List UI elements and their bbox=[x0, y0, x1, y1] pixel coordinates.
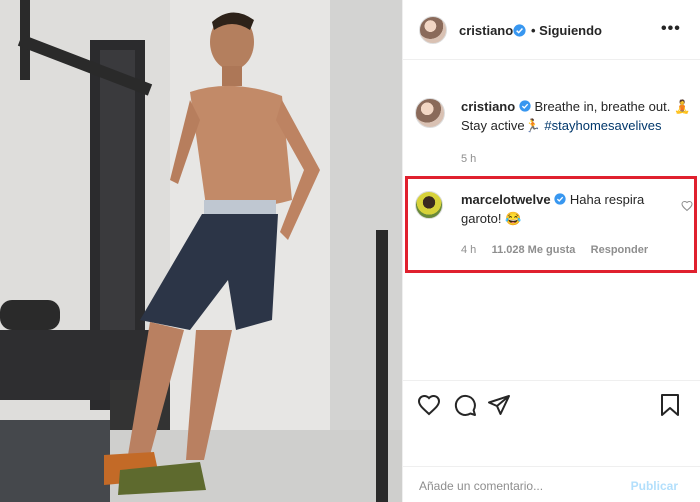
post-photo bbox=[0, 0, 402, 502]
bookmark-icon[interactable] bbox=[659, 393, 681, 417]
caption-text-1: Breathe in, breathe out. bbox=[534, 99, 671, 114]
share-icon[interactable] bbox=[487, 393, 511, 417]
follow-status-button[interactable]: • Siguiendo bbox=[531, 23, 602, 38]
post-photo-illustration bbox=[0, 0, 402, 502]
post-time: 5 h bbox=[461, 153, 477, 165]
comment-input[interactable]: Añade un comentario... bbox=[419, 479, 543, 493]
caption-hashtag[interactable]: #stayhomesavelives bbox=[544, 118, 661, 133]
author-username[interactable]: cristiano bbox=[459, 23, 513, 38]
caption-avatar[interactable] bbox=[415, 98, 445, 128]
highlight-box bbox=[405, 176, 697, 273]
more-icon[interactable]: ••• bbox=[661, 20, 681, 38]
heart-icon[interactable] bbox=[417, 393, 441, 417]
caption-text-2: Stay active bbox=[461, 118, 525, 133]
comment-icon[interactable] bbox=[453, 393, 477, 417]
caption-username[interactable]: cristiano bbox=[461, 99, 515, 114]
emoji-icon: 🏃 bbox=[524, 118, 541, 133]
post-caption: cristiano Breathe in, breathe out. 🧘 Sta… bbox=[461, 97, 691, 135]
verified-icon bbox=[519, 100, 531, 112]
comment-composer: Añade un comentario... Publicar bbox=[403, 466, 700, 502]
publish-button[interactable]: Publicar bbox=[631, 479, 678, 493]
follow-separator: • bbox=[531, 23, 540, 38]
verified-icon bbox=[513, 24, 526, 37]
author-avatar[interactable] bbox=[419, 16, 447, 44]
emoji-icon: 🧘 bbox=[673, 99, 691, 114]
post-header: cristiano • Siguiendo ••• bbox=[403, 0, 700, 60]
action-bar bbox=[403, 380, 700, 425]
follow-status-label: Siguiendo bbox=[539, 23, 603, 38]
